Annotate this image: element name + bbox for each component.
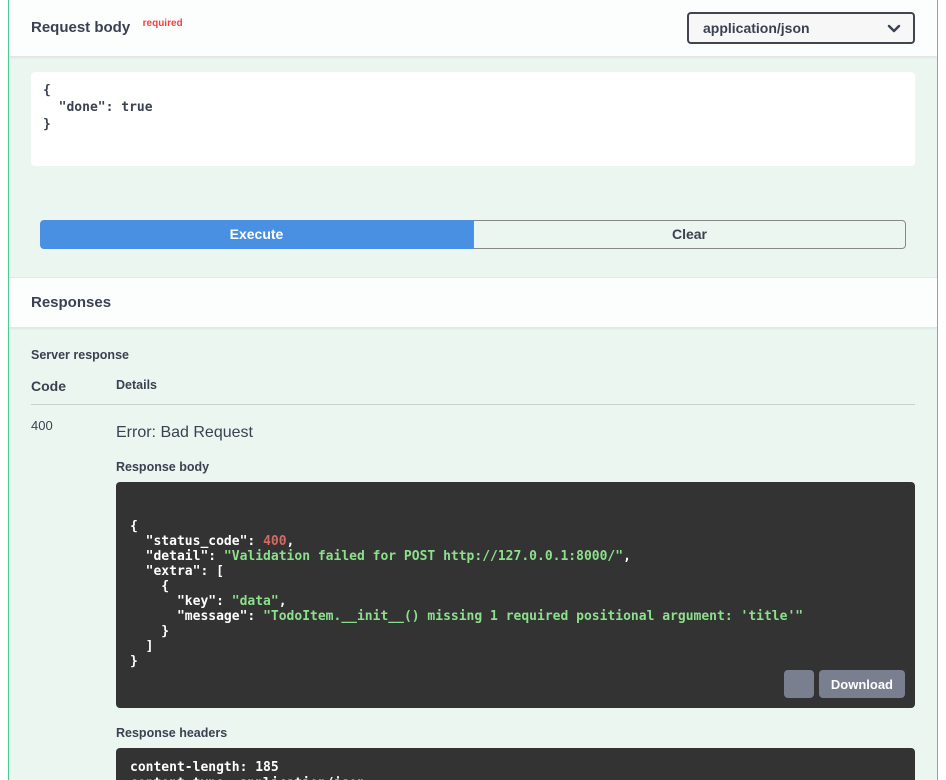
- required-badge: required: [143, 18, 183, 29]
- responses-header-row: Responses: [9, 277, 937, 328]
- response-status-text: Error: Bad Request: [116, 424, 915, 442]
- operation-block: Request body required application/json {…: [8, 0, 938, 780]
- request-body-section: { "done": true } Execute Clear: [9, 57, 937, 277]
- execute-clear-button-group: Execute Clear: [40, 220, 906, 249]
- response-body-code: { "status_code": 400, "detail": "Validat…: [116, 482, 915, 708]
- request-body-header-row: Request body required application/json: [9, 0, 937, 57]
- response-details-cell: Error: Bad Request Response body { "stat…: [116, 405, 915, 780]
- code-column-header: Code: [31, 378, 116, 405]
- response-headers-label: Response headers: [116, 726, 915, 740]
- request-body-editor[interactable]: { "done": true }: [31, 72, 915, 166]
- chevron-down-icon: [887, 20, 901, 36]
- media-type-select[interactable]: application/json: [687, 12, 915, 44]
- responses-table: Code Details 400 Error: Bad Request Resp…: [31, 378, 915, 780]
- download-button[interactable]: Download: [819, 670, 905, 698]
- response-headers-code: content-length: 185content-type: applica…: [116, 748, 915, 780]
- server-response-label: Server response: [31, 348, 915, 362]
- response-status-code: 400: [31, 405, 116, 780]
- responses-title: Responses: [31, 294, 111, 311]
- response-body-label: Response body: [116, 460, 915, 474]
- copy-to-clipboard-button[interactable]: [784, 670, 814, 698]
- responses-section: Server response Code Details 400 Error: …: [9, 328, 937, 780]
- request-body-title: Request body: [31, 19, 130, 36]
- code-actions: Download: [784, 670, 905, 698]
- execute-button[interactable]: Execute: [40, 220, 473, 249]
- clear-button[interactable]: Clear: [473, 220, 906, 249]
- media-type-selected-value: application/json: [703, 20, 810, 36]
- details-column-header: Details: [116, 378, 915, 405]
- request-body-heading: Request body required: [31, 19, 183, 37]
